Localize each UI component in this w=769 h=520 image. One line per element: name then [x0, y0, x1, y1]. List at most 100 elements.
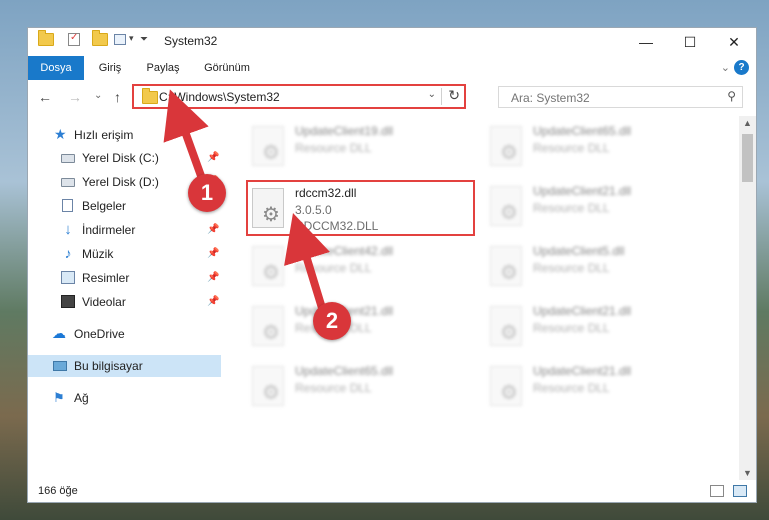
sidebar-item-label: Yerel Disk (D:) [82, 175, 159, 189]
file-item[interactable]: ⚙ UpdateClient21.dll Resource DLL [486, 360, 726, 412]
back-button[interactable]: ← [38, 89, 52, 105]
up-button[interactable]: ↑ [114, 89, 121, 105]
star-icon: ★ [54, 126, 67, 142]
scroll-up-icon[interactable]: ▲ [739, 118, 756, 128]
drive-icon [61, 154, 75, 163]
dll-file-icon: ⚙ [252, 366, 284, 406]
file-description: Resource DLL [295, 261, 372, 275]
sidebar-item-label: Belgeler [82, 199, 127, 213]
dll-file-icon: ⚙ [490, 246, 522, 286]
computer-icon [53, 361, 67, 371]
dll-file-icon: ⚙ [490, 186, 522, 226]
step-marker-2: 2 [313, 302, 351, 340]
dll-file-icon: ⚙ [252, 188, 284, 228]
document-icon [62, 199, 73, 212]
dll-file-icon: ⚙ [490, 306, 522, 346]
sidebar-item-pictures[interactable]: Resimler 📌 [28, 267, 221, 289]
recent-locations-button[interactable]: ⌄ [94, 90, 102, 101]
file-item[interactable]: ⚙ UpdateClient21.dll Resource DLL [486, 300, 726, 352]
file-description: Resource DLL [533, 381, 610, 395]
file-item[interactable]: ⚙ UpdateClient65.dll Resource DLL [486, 120, 726, 172]
file-item[interactable]: ⚙ UpdateClient19.dll Resource DLL [248, 120, 488, 172]
network-icon: ⚑ [53, 390, 65, 405]
file-explorer-window: ✓ ▾ ⏷ System32 — ☐ ✕ Dosya Giriş Paylaş … [27, 27, 757, 503]
file-name: UpdateClient19.dll [295, 124, 394, 138]
tab-file[interactable]: Dosya [28, 56, 84, 80]
sidebar-item-quick-access[interactable]: ★ Hızlı erişim [28, 124, 221, 146]
dll-file-icon: ⚙ [252, 306, 284, 346]
sidebar-item-local-disk-c[interactable]: Yerel Disk (C:) 📌 [28, 147, 221, 169]
sidebar-item-label: Ağ [74, 391, 89, 405]
help-icon[interactable]: ? [734, 60, 749, 75]
quick-access-dropdown-icon[interactable]: ⏷ [140, 34, 148, 50]
search-input[interactable] [509, 90, 713, 106]
sidebar-item-onedrive[interactable]: ☁ OneDrive [28, 323, 221, 345]
file-version: 3.0.5.0 [295, 203, 332, 217]
dll-file-icon: ⚙ [252, 246, 284, 286]
pin-icon[interactable]: 📌 [207, 291, 219, 313]
file-item[interactable]: ⚙ UpdateClient21.dll Resource DLL [486, 180, 726, 232]
file-description: Resource DLL [533, 201, 610, 215]
sidebar-item-label: Hızlı erişim [74, 128, 134, 142]
file-item-rdccm32[interactable]: ⚙ rdccm32.dll 3.0.5.0 RDCCM32.DLL [246, 180, 475, 236]
pin-icon[interactable]: 📌 [207, 267, 219, 289]
sidebar-item-this-pc[interactable]: Bu bilgisayar [28, 355, 221, 377]
vertical-scrollbar[interactable]: ▲ ▼ [739, 116, 756, 480]
properties-icon[interactable]: ✓ [68, 32, 80, 46]
customize-toolbar-icon[interactable] [114, 34, 126, 45]
sidebar-item-downloads[interactable]: ↓ İndirmeler 📌 [28, 219, 221, 241]
address-path: C:\Windows\System32 [159, 90, 280, 104]
title-bar: ✓ ▾ ⏷ System32 — ☐ ✕ [28, 28, 756, 56]
file-name: UpdateClient21.dll [533, 364, 632, 378]
drive-icon [61, 178, 75, 187]
scrollbar-thumb[interactable] [742, 134, 753, 182]
minimize-button[interactable]: — [624, 28, 668, 56]
window-title: System32 [164, 34, 218, 48]
pin-icon[interactable]: 📌 [207, 243, 219, 265]
sidebar-item-label: Bu bilgisayar [74, 359, 143, 373]
search-icon[interactable]: ⚲ [727, 89, 736, 103]
details-view-icon[interactable] [710, 485, 724, 497]
forward-button[interactable]: → [68, 89, 82, 105]
sidebar-item-label: OneDrive [74, 327, 125, 341]
address-dropdown-icon[interactable]: ⌄ [428, 89, 436, 100]
file-internal-name: RDCCM32.DLL [295, 219, 379, 233]
maximize-button[interactable]: ☐ [668, 28, 712, 56]
tab-view[interactable]: Görünüm [198, 56, 256, 80]
cloud-icon: ☁ [52, 325, 66, 341]
file-name: UpdateClient65.dll [295, 364, 394, 378]
pin-icon[interactable]: 📌 [207, 147, 219, 169]
step-marker-1: 1 [188, 174, 226, 212]
scroll-down-icon[interactable]: ▼ [739, 468, 756, 478]
tab-home[interactable]: Giriş [90, 56, 130, 80]
sidebar-item-music[interactable]: ♪ Müzik 📌 [28, 243, 221, 265]
file-item[interactable]: ⚙ UpdateClient42.dll Resource DLL [248, 240, 488, 292]
tab-share[interactable]: Paylaş [140, 56, 186, 80]
pin-icon[interactable]: 📌 [207, 219, 219, 241]
file-description: Resource DLL [533, 141, 610, 155]
file-item[interactable]: ⚙ UpdateClient5.dll Resource DLL [486, 240, 726, 292]
ribbon-tabs: Dosya Giriş Paylaş Görünüm ⌄ ? [28, 56, 756, 80]
file-item[interactable]: ⚙ UpdateClient21.dll Resource DLL [248, 300, 488, 352]
refresh-icon[interactable]: ↻ [448, 87, 460, 104]
close-button[interactable]: ✕ [712, 28, 756, 56]
video-icon [61, 295, 75, 308]
large-icons-view-icon[interactable] [733, 485, 747, 497]
sidebar-item-label: Videolar [82, 295, 126, 309]
address-row: ← → ⌄ ↑ C:\Windows\System32 ⌄ ↻ ⚲ [28, 80, 756, 116]
search-box[interactable]: ⚲ [498, 86, 743, 108]
status-bar: 166 öğe [28, 480, 756, 502]
sidebar-item-network[interactable]: ⚑ Ağ [28, 387, 221, 409]
file-name: rdccm32.dll [295, 186, 357, 200]
address-bar[interactable]: C:\Windows\System32 ⌄ ↻ [132, 84, 466, 109]
sidebar-item-videos[interactable]: Videolar 📌 [28, 291, 221, 313]
expand-ribbon-icon[interactable]: ⌄ [721, 61, 730, 74]
chevron-down-icon[interactable]: ▾ [129, 33, 134, 49]
file-name: UpdateClient21.dll [533, 184, 632, 198]
dll-file-icon: ⚙ [490, 126, 522, 166]
new-folder-icon[interactable] [92, 30, 108, 49]
file-description: Resource DLL [533, 261, 610, 275]
dll-file-icon: ⚙ [252, 126, 284, 166]
file-name: UpdateClient5.dll [533, 244, 625, 258]
file-item[interactable]: ⚙ UpdateClient65.dll Resource DLL [248, 360, 488, 412]
